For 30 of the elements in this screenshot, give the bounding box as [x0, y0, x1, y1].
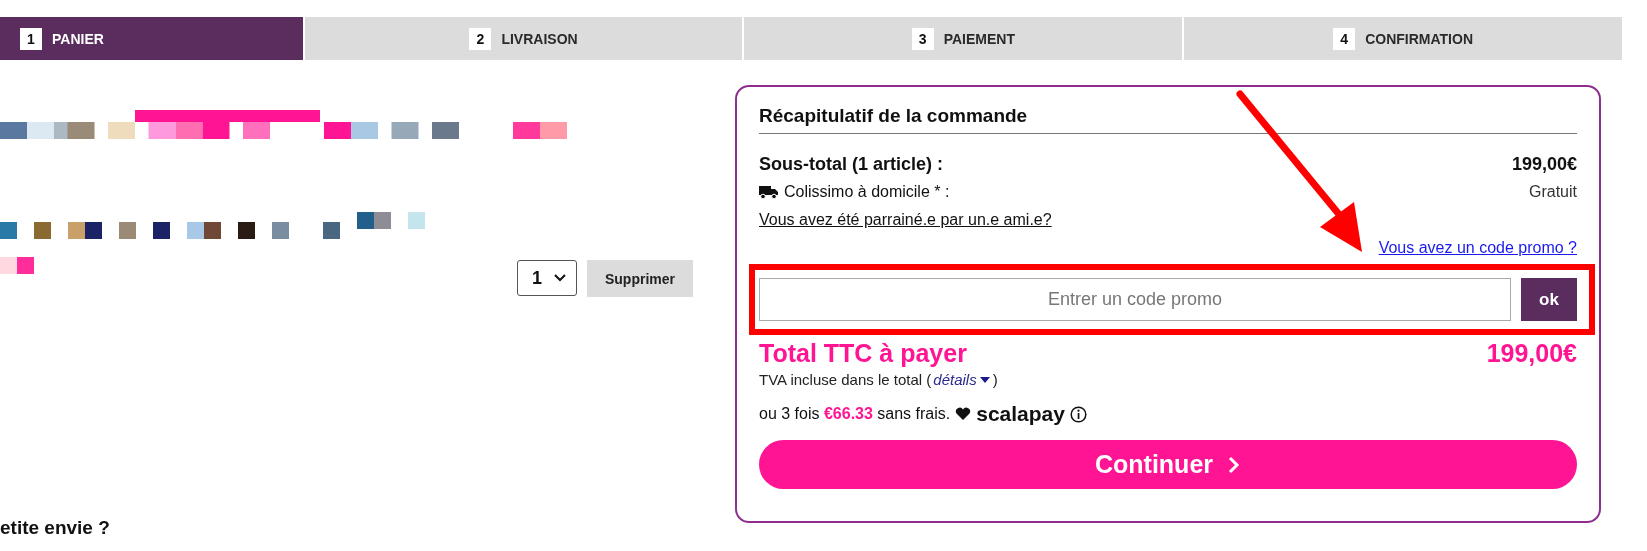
vat-note: TVA incluse dans le total ( — [759, 371, 932, 388]
quantity-select[interactable]: 1 — [517, 260, 577, 296]
checkout-step-tab[interactable]: 1 PANIER — [0, 17, 303, 60]
checkout-step-tab[interactable]: 3 PAIEMENT — [744, 17, 1183, 60]
chevron-right-icon — [1227, 454, 1241, 475]
promo-code-link[interactable]: Vous avez un code promo ? — [1378, 239, 1577, 257]
heart-icon — [955, 407, 972, 421]
total-value: 199,00€ — [1486, 338, 1577, 368]
total-label: Total TTC à payer — [759, 338, 967, 368]
chevron-down-icon — [554, 274, 566, 282]
referral-link[interactable]: Vous avez été parrainé.e par un.e ami.e? — [759, 211, 1052, 229]
vat-note-end: ) — [992, 371, 998, 388]
remove-button[interactable]: Supprimer — [587, 260, 693, 297]
subtotal-label: Sous-total (1 article) : — [759, 153, 944, 175]
section-heading: etite envie ? — [0, 517, 110, 539]
summary-title: Récapitulatif de la commande — [759, 105, 1577, 134]
details-link[interactable]: détails — [933, 371, 977, 388]
promo-code-field[interactable]: Entrer un code promo — [759, 278, 1511, 321]
checkout-step-tab[interactable]: 4 CONFIRMATION — [1184, 17, 1622, 60]
truck-icon — [759, 185, 779, 199]
subtotal-value: 199,00€ — [1511, 153, 1577, 175]
shipping-value: Gratuit — [1529, 183, 1577, 201]
ok-button[interactable]: ok — [1521, 278, 1577, 321]
scalapay-logo: scalapay — [976, 402, 1065, 426]
shipping-label: Colissimo à domicile * : — [784, 183, 950, 201]
continue-button[interactable]: Continuer — [759, 440, 1577, 489]
installment-text: ou 3 fois €66.33 sans frais. — [759, 405, 951, 423]
checkout-step-tab[interactable]: 2 LIVRAISON — [304, 17, 743, 60]
caret-down-icon — [978, 375, 991, 384]
info-icon[interactable] — [1070, 405, 1087, 423]
